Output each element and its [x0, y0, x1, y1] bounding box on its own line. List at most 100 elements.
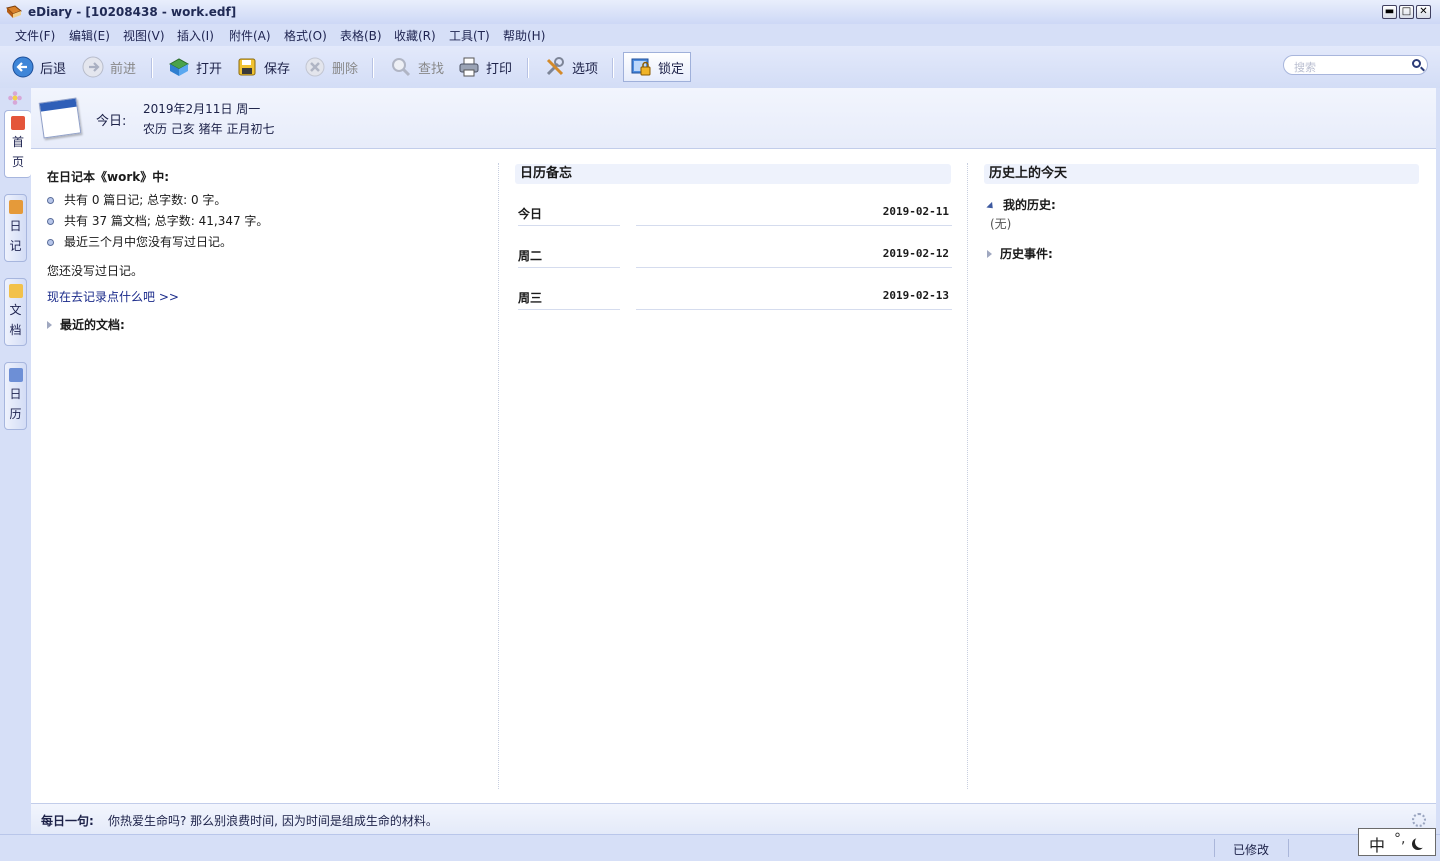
menu-tools[interactable]: 工具(T)	[449, 27, 490, 44]
delete-x-icon	[304, 56, 326, 78]
menu-format[interactable]: 格式(O)	[284, 27, 327, 44]
diary-icon	[8, 200, 23, 214]
open-label: 打开	[196, 61, 223, 77]
ediary-app-icon	[6, 5, 22, 18]
daily-quote-bar: 每日一句: 你热爱生命吗? 那么别浪费时间, 因为时间是组成生命的材料。	[31, 803, 1436, 834]
half-width-moon-icon	[1415, 836, 1427, 848]
toolbar-separator	[612, 58, 614, 78]
ime-punctuation: °,	[1394, 831, 1406, 847]
lock-button[interactable]: 锁定	[623, 52, 692, 82]
ime-language: 中	[1369, 836, 1386, 855]
menu-file[interactable]: 文件(F)	[15, 27, 55, 44]
close-button[interactable]: ✕	[1416, 5, 1431, 19]
flower-icon[interactable]	[8, 91, 22, 105]
list-item: 共有 0 篇日记; 总字数: 0 字。	[47, 191, 226, 208]
open-folder-icon	[168, 56, 190, 78]
sidebar-tab-calendar[interactable]: 日 历	[4, 362, 27, 430]
delete-button[interactable]: 删除	[304, 52, 358, 82]
memo-day: 周二	[518, 249, 543, 263]
sidebar-tab-home-char2: 页	[11, 155, 24, 169]
menu-bar: 文件(F) 编辑(E) 视图(V) 插入(I) 附件(A) 格式(O) 表格(B…	[0, 24, 1440, 46]
side-tab-bar: 首 页 日 记 文 档 日 历	[0, 88, 31, 836]
memo-divider	[518, 309, 620, 310]
forward-arrow-icon	[82, 56, 104, 78]
memo-row[interactable]: 周三 2019-02-13	[518, 283, 952, 310]
options-button[interactable]: 选项	[544, 52, 598, 82]
list-item: 共有 37 篇文档; 总字数: 41,347 字。	[47, 212, 268, 229]
ime-indicator[interactable]: 中 °,	[1358, 828, 1436, 856]
bullet-icon	[47, 239, 54, 246]
document-icon	[8, 284, 23, 298]
memo-day: 今日	[518, 207, 543, 221]
calendar-icon	[8, 368, 23, 382]
history-title: 历史上的今天	[984, 164, 1419, 184]
memo-row[interactable]: 周二 2019-02-12	[518, 241, 952, 268]
search-placeholder: 搜索	[1294, 61, 1316, 74]
menu-table[interactable]: 表格(B)	[340, 27, 382, 44]
forward-button[interactable]: 前进	[82, 52, 136, 82]
sidebar-tab-diary[interactable]: 日 记	[4, 194, 27, 262]
today-label: 今日:	[96, 114, 127, 129]
find-label: 查找	[418, 61, 445, 77]
back-label: 后退	[40, 61, 67, 77]
forward-label: 前进	[110, 61, 137, 77]
history-events-toggle[interactable]: 历史事件:	[987, 245, 1053, 262]
back-button[interactable]: 后退	[12, 52, 66, 82]
modified-status: 已修改	[1233, 843, 1270, 857]
sidebar-tab-home[interactable]: 首 页	[4, 110, 31, 178]
sidebar-tab-documents-char1: 文	[9, 303, 22, 317]
gear-icon[interactable]	[1412, 813, 1426, 827]
status-bar: 已修改	[0, 834, 1440, 861]
sidebar-tab-diary-char2: 记	[9, 239, 22, 253]
recent-documents-label: 最近的文档:	[60, 318, 125, 332]
toolbar-separator	[151, 58, 153, 78]
memo-divider	[636, 309, 952, 310]
menu-view[interactable]: 视图(V)	[123, 27, 165, 44]
recent-documents-toggle[interactable]: 最近的文档:	[47, 316, 125, 333]
menu-favorites[interactable]: 收藏(R)	[394, 27, 436, 44]
options-tools-icon	[544, 56, 566, 78]
print-label: 打印	[486, 61, 513, 77]
write-diary-link[interactable]: 现在去记录点什么吧 >>	[47, 288, 179, 305]
menu-insert[interactable]: 插入(I)	[177, 27, 214, 44]
open-button[interactable]: 打开	[168, 52, 222, 82]
home-content: 在日记本《work》中: 共有 0 篇日记; 总字数: 0 字。 共有 37 篇…	[31, 149, 1436, 803]
title-bar: eDiary - [10208438 - work.edf] ▬ □ ✕	[0, 0, 1440, 25]
menu-edit[interactable]: 编辑(E)	[69, 27, 110, 44]
menu-attachment[interactable]: 附件(A)	[229, 27, 271, 44]
sidebar-tab-calendar-char1: 日	[9, 387, 22, 401]
calendar-memo-column: 日历备忘 今日 2019-02-11 周二 2019-02-12 周三 2019…	[515, 149, 952, 789]
my-history-value: (无)	[990, 217, 1012, 231]
back-arrow-icon	[12, 56, 34, 78]
memo-divider	[636, 225, 952, 226]
lock-icon	[630, 56, 652, 78]
menu-help[interactable]: 帮助(H)	[503, 27, 545, 44]
expand-arrow-icon	[987, 250, 992, 258]
find-button[interactable]: 查找	[390, 52, 444, 82]
memo-divider	[518, 267, 620, 268]
search-input[interactable]: 搜索	[1283, 55, 1428, 75]
today-date: 2019年2月11日 周一	[143, 102, 261, 116]
bullet-icon	[47, 197, 54, 204]
calendar-page-icon	[38, 97, 82, 139]
minimize-button[interactable]: ▬	[1382, 5, 1397, 19]
lock-label: 锁定	[658, 61, 685, 77]
history-column: 历史上的今天 我的历史: (无) 历史事件:	[984, 149, 1419, 789]
memo-date: 2019-02-13	[882, 289, 949, 302]
maximize-button[interactable]: □	[1399, 5, 1414, 19]
sidebar-tab-documents[interactable]: 文 档	[4, 278, 27, 346]
status-divider	[1288, 839, 1289, 857]
toolbar: 后退 前进 打开 保存 删除 查找 打印 选项 锁定	[0, 46, 1440, 88]
my-history-label: 我的历史:	[1003, 198, 1056, 212]
printer-icon	[458, 56, 480, 78]
save-button[interactable]: 保存	[236, 52, 290, 82]
memo-row[interactable]: 今日 2019-02-11	[518, 199, 952, 226]
list-item: 最近三个月中您没有写过日记。	[47, 233, 232, 250]
search-icon[interactable]	[1412, 59, 1421, 68]
sidebar-tab-calendar-char2: 历	[9, 407, 22, 421]
delete-label: 删除	[332, 61, 359, 77]
my-history-toggle[interactable]: 我的历史:	[986, 196, 1056, 213]
print-button[interactable]: 打印	[458, 52, 512, 82]
memo-date: 2019-02-12	[882, 247, 949, 260]
save-disk-icon	[236, 56, 258, 78]
